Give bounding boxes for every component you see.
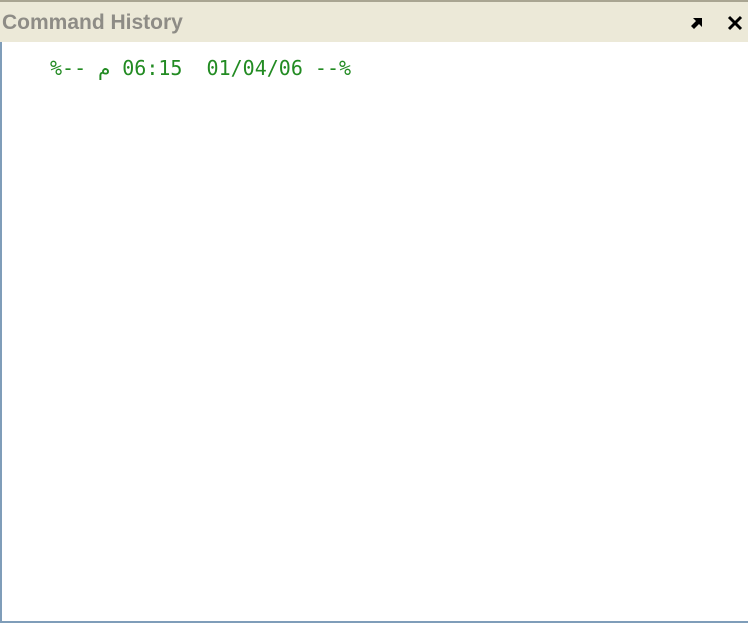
title-bar[interactable]: Command History <box>0 0 748 42</box>
undock-button[interactable] <box>686 12 708 34</box>
close-icon <box>727 15 743 31</box>
undock-arrow-icon <box>691 18 702 29</box>
command-history-list[interactable]: %-- م 06:15 01/04/06 --% <box>0 42 748 623</box>
command-history-window: Command History %-- م 06:15 01/04/06 --% <box>0 0 748 623</box>
window-title: Command History <box>2 11 183 34</box>
close-button[interactable] <box>724 12 746 34</box>
history-entry-session-marker[interactable]: %-- م 06:15 01/04/06 --% <box>50 56 351 80</box>
